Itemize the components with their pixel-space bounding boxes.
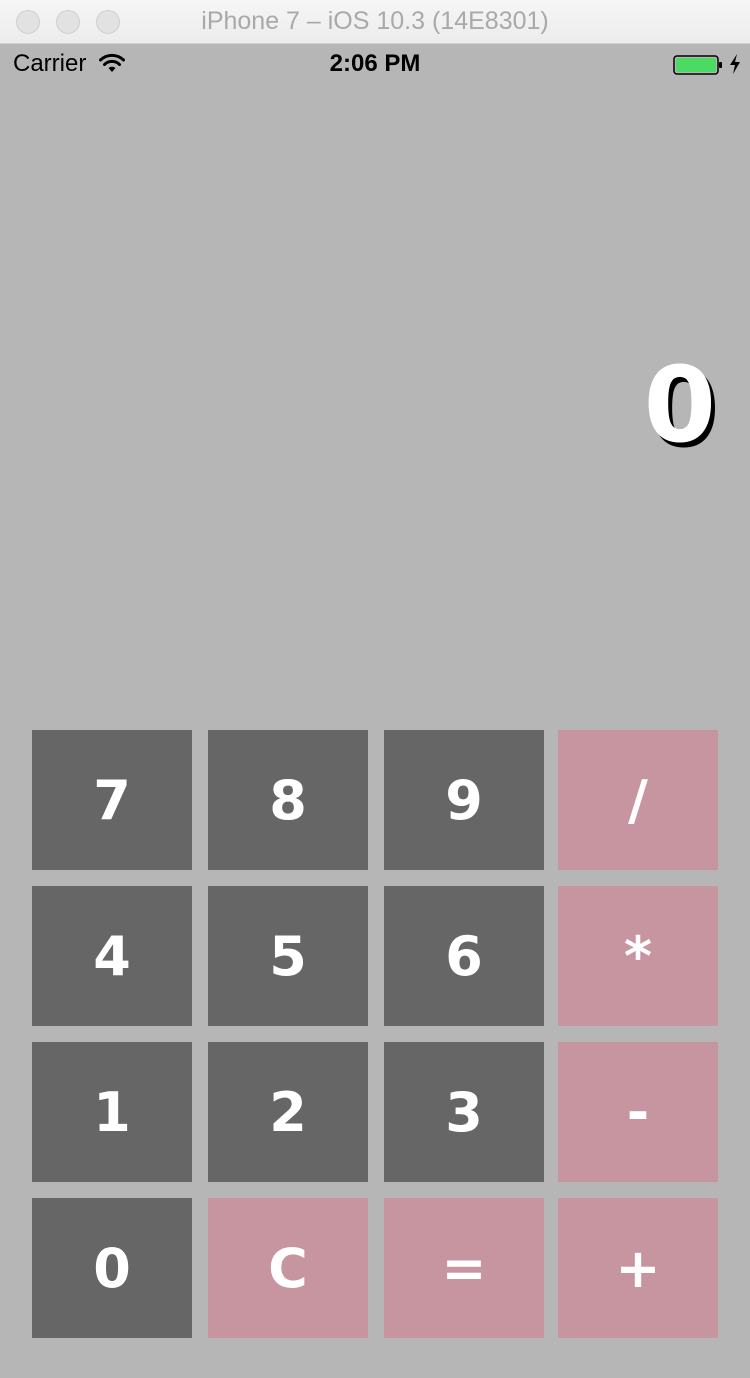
- key-1[interactable]: 1: [32, 1042, 192, 1182]
- key-4[interactable]: 4: [32, 886, 192, 1026]
- key-9[interactable]: 9: [384, 730, 544, 870]
- key-7[interactable]: 7: [32, 730, 192, 870]
- window-title: iPhone 7 – iOS 10.3 (14E8301): [201, 7, 549, 35]
- status-bar: Carrier 2:06 PM: [0, 44, 750, 84]
- charging-bolt-icon: [730, 54, 740, 74]
- equals-key[interactable]: =: [384, 1198, 544, 1338]
- clear-key[interactable]: C: [208, 1198, 368, 1338]
- calculator-display: 0: [643, 344, 716, 466]
- key-8[interactable]: 8: [208, 730, 368, 870]
- status-time: 2:06 PM: [329, 50, 421, 77]
- key-2[interactable]: 2: [208, 1042, 368, 1182]
- key-0[interactable]: 0: [32, 1198, 192, 1338]
- divide-key[interactable]: /: [558, 730, 718, 870]
- subtract-key[interactable]: -: [558, 1042, 718, 1182]
- key-3[interactable]: 3: [384, 1042, 544, 1182]
- add-key[interactable]: +: [558, 1198, 718, 1338]
- simulator-title-bar: iPhone 7 – iOS 10.3 (14E8301): [0, 0, 750, 44]
- battery-icon: [673, 55, 722, 75]
- key-6[interactable]: 6: [384, 886, 544, 1026]
- key-5[interactable]: 5: [208, 886, 368, 1026]
- multiply-key[interactable]: *: [558, 886, 718, 1026]
